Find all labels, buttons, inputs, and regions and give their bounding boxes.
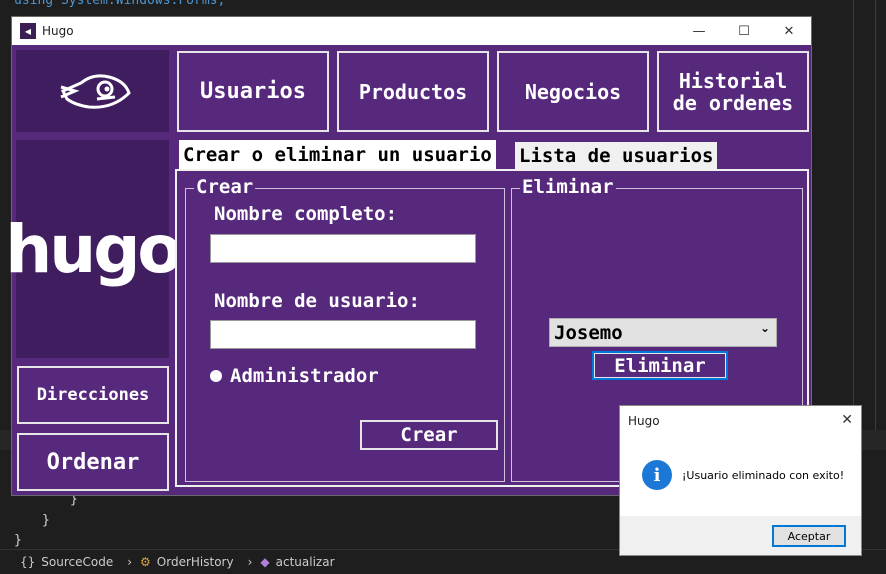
radio-dot-icon [210, 370, 222, 382]
negocios-button[interactable]: Negocios [497, 51, 649, 132]
info-icon: i [642, 460, 672, 490]
user-select-value: Josemo [554, 321, 623, 344]
productos-button[interactable]: Productos [337, 51, 489, 132]
ide-brace: } [14, 533, 22, 548]
crear-group-title: Crear [194, 176, 256, 198]
nombre-usuario-label: Nombre de usuario: [214, 290, 420, 312]
crear-group: Crear Nombre completo: Nombre de usuario… [185, 176, 505, 482]
chevron-right-icon: › [127, 555, 133, 569]
dialog-title: Hugo [628, 414, 660, 428]
ide-code-line: using System.Windows.Forms; [14, 0, 226, 8]
logo-panel [16, 50, 169, 132]
breadcrumb-orderhistory[interactable]: OrderHistory [157, 555, 234, 569]
class-icon: ⚙ [140, 555, 151, 569]
brand-panel: hugo [5, 140, 183, 358]
chevron-right-icon: › [247, 555, 253, 569]
message-dialog: Hugo ✕ i ¡Usuario eliminado con exito! A… [619, 405, 862, 556]
minimize-button[interactable]: — [676, 17, 722, 45]
title-bar[interactable]: ◀ Hugo — ☐ ✕ [12, 17, 811, 45]
administrador-label: Administrador [230, 365, 379, 387]
window-title: Hugo [42, 24, 74, 38]
usuarios-button[interactable]: Usuarios [177, 51, 329, 132]
breadcrumb-sourcecode[interactable]: SourceCode [41, 555, 113, 569]
chevron-down-icon: ⌄ [759, 321, 770, 335]
nombre-completo-label: Nombre completo: [214, 203, 398, 225]
close-button[interactable]: ✕ [766, 17, 812, 45]
close-icon[interactable]: ✕ [841, 412, 853, 428]
ide-brace: } [42, 513, 50, 528]
dialog-body: i ¡Usuario eliminado con exito! [620, 436, 861, 516]
user-select[interactable]: Josemo ⌄ [549, 318, 777, 347]
historial-line1: Historial [678, 68, 788, 93]
ordenar-button[interactable]: Ordenar [17, 433, 169, 491]
nombre-usuario-input[interactable] [210, 320, 476, 349]
method-icon: ◆ [260, 555, 270, 569]
tab-crear-eliminar[interactable]: Crear o eliminar un usuario [179, 140, 496, 170]
braces-icon: {} [20, 555, 36, 569]
aceptar-button[interactable]: Aceptar [772, 525, 846, 547]
eliminar-group-title: Eliminar [520, 176, 616, 198]
administrador-radio[interactable]: Administrador [210, 365, 379, 387]
breadcrumb-actualizar[interactable]: actualizar [276, 555, 335, 569]
eliminar-button[interactable]: Eliminar [592, 351, 728, 380]
brand-logo-text: hugo [5, 210, 183, 288]
ide-guide [875, 0, 876, 430]
tab-lista-usuarios[interactable]: Lista de usuarios [515, 142, 718, 169]
bird-logo-icon [59, 74, 131, 109]
app-icon: ◀ [20, 23, 36, 39]
crear-button[interactable]: Crear [360, 420, 498, 450]
nombre-completo-input[interactable] [210, 234, 476, 263]
dialog-message: ¡Usuario eliminado con exito! [682, 469, 845, 482]
historial-button[interactable]: Historial de ordenes [657, 51, 809, 132]
ide-guide [853, 0, 854, 430]
direcciones-button[interactable]: Direcciones [17, 366, 169, 424]
historial-line2: de ordenes [672, 90, 794, 115]
dialog-title-bar[interactable]: Hugo ✕ [620, 406, 861, 436]
maximize-button[interactable]: ☐ [721, 17, 767, 45]
